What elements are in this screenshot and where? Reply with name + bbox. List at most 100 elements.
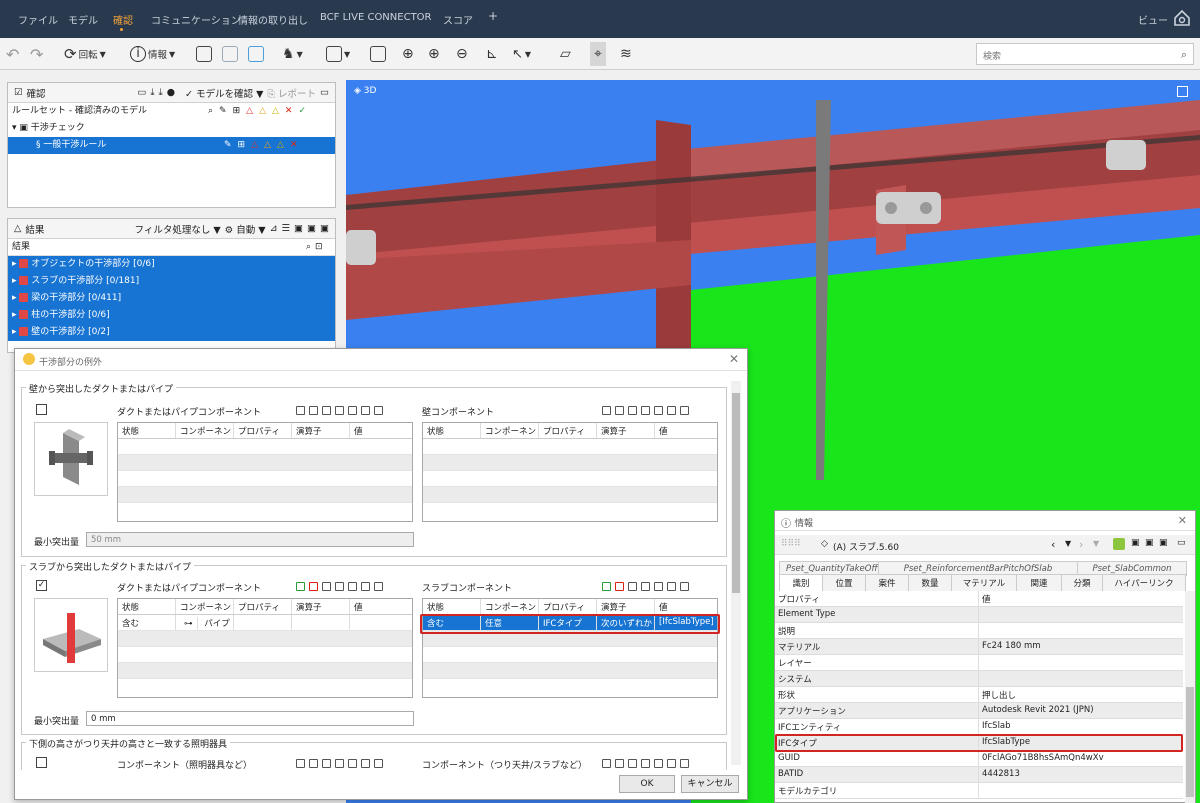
result-group-row[interactable]: ▸ 梁の干渉部分 [0/411]	[8, 290, 335, 307]
undo-icon[interactable]: ↶	[6, 44, 19, 64]
remove-row-icon[interactable]	[309, 406, 318, 415]
group1-right-grid[interactable]: 状態 コンポーネント プロパティ 演算子値	[422, 422, 718, 522]
rotate-button[interactable]: ⟳ 回転 ▼	[64, 44, 106, 64]
property-row[interactable]: 説明	[775, 623, 1183, 639]
walk-icon[interactable]: ♞ ▼	[282, 44, 303, 64]
expand-icon[interactable]: ▸	[12, 293, 17, 303]
presentation-icon[interactable]: ▣	[1145, 538, 1154, 548]
property-row[interactable]: BATID 4442813	[775, 767, 1183, 783]
ok-button[interactable]: OK	[619, 775, 675, 793]
add-row-icon[interactable]	[296, 582, 305, 591]
group1-left-grid[interactable]: 状態 コンポーネント プロパティ 演算子値	[117, 422, 413, 522]
presentation-icon[interactable]: ▣	[307, 223, 316, 234]
menu-communication[interactable]: コミュニケーション	[151, 12, 241, 27]
clash-check-row[interactable]: ▾ ▣ 干渉チェック	[8, 120, 335, 137]
add-row-icon[interactable]	[602, 582, 611, 591]
presentation-icon[interactable]	[680, 582, 689, 591]
presentation-icon[interactable]: ▣	[320, 223, 329, 234]
menu-check[interactable]: 確認	[113, 12, 133, 27]
expand-icon[interactable]: ▸	[12, 327, 17, 337]
folder-icon[interactable]	[628, 406, 637, 415]
ruleset-row[interactable]: ルールセット - 確認済みのモデル ⌕ ✎ ⊞ △ △ △ ✕ ✓	[8, 103, 335, 120]
property-row[interactable]: GUID 0FclAGo71B8hsSAmQn4wXv	[775, 751, 1183, 767]
result-group-row[interactable]: ▸ 柱の干渉部分 [0/6]	[8, 307, 335, 324]
scrollbar-thumb[interactable]	[1186, 687, 1194, 797]
redo-icon[interactable]: ↷	[30, 44, 43, 64]
folder-icon[interactable]	[322, 406, 331, 415]
tab-hyperlinks[interactable]: ハイパーリンク	[1102, 574, 1186, 591]
expand-icon[interactable]: ▸	[12, 276, 17, 286]
property-row[interactable]: モデルカテゴリ	[775, 783, 1183, 799]
tab-quantities[interactable]: 数量	[908, 574, 952, 591]
folder-icon[interactable]: ▭	[137, 87, 146, 98]
zoom-in-icon[interactable]: ⊕	[428, 44, 440, 64]
property-row[interactable]: Element Type	[775, 607, 1183, 623]
download-icon[interactable]	[335, 406, 344, 415]
presentation-icon[interactable]	[361, 406, 370, 415]
result-group-row[interactable]: ▸ オブジェクトの干渉部分 [0/6]	[8, 256, 335, 273]
remove-row-icon[interactable]	[615, 406, 624, 415]
group1-checkbox[interactable]	[36, 404, 47, 415]
presentation-icon[interactable]	[361, 582, 370, 591]
check-model-button[interactable]: ✓ モデルを確認 ▼	[185, 86, 263, 100]
tree-icon[interactable]: ⊿	[270, 223, 278, 234]
report-button[interactable]: ⎘ レポート	[267, 86, 316, 100]
presentation-icon[interactable]	[654, 406, 663, 415]
remove-row-icon[interactable]	[615, 582, 624, 591]
download-icon[interactable]: ⤓	[150, 87, 154, 98]
menu-score[interactable]: スコア	[443, 12, 473, 27]
group2-right-grid[interactable]: 状態 コンポーネント プロパティ 演算子値 含む 任意 IFCタイプ 次のいずれか [IfcS…	[422, 598, 718, 698]
tab-project[interactable]: 案件	[865, 574, 909, 591]
info-button[interactable]: i 情報 ▼	[130, 44, 175, 64]
presentation-icon[interactable]	[348, 406, 357, 415]
color-filter-icon[interactable]	[1113, 538, 1125, 550]
add-row-icon[interactable]	[602, 406, 611, 415]
general-rule-row[interactable]: § 一般干渉ルール ✎ ⊞ △ △ △ ✕	[8, 137, 335, 154]
close-icon[interactable]: ✕	[729, 352, 739, 366]
property-row[interactable]: 形状 押し出し	[775, 687, 1183, 703]
group1-min-input[interactable]: 50 mm	[86, 532, 414, 547]
pointer-icon[interactable]: ↖ ▼	[512, 44, 531, 64]
section-box-icon[interactable]	[370, 44, 386, 64]
auto-dropdown[interactable]: ⚙ 自動 ▼	[225, 222, 266, 236]
presentation-icon[interactable]	[348, 582, 357, 591]
download-icon[interactable]	[641, 406, 650, 415]
menu-model[interactable]: モデル	[68, 12, 98, 27]
property-row[interactable]: システム	[775, 671, 1183, 687]
tab-material[interactable]: マテリアル	[951, 574, 1017, 591]
zoom-out-icon[interactable]: ⊖	[456, 44, 468, 64]
home-icon[interactable]	[1172, 8, 1192, 28]
add-row-icon[interactable]	[296, 406, 305, 415]
expand-icon[interactable]: ▸	[12, 310, 17, 320]
expand-icon[interactable]: ▸	[12, 259, 17, 269]
property-row[interactable]: マテリアル Fc24 180 mm	[775, 639, 1183, 655]
map-icon[interactable]: ⌖	[590, 42, 606, 66]
search-input[interactable]: 検索 ⌕	[976, 43, 1194, 65]
grid-row[interactable]: 含む ⊶ パイプ	[118, 615, 412, 631]
group2-left-grid[interactable]: 状態 コンポーネント プロパティ 演算子値 含む ⊶ パイプ	[117, 598, 413, 698]
download-icon[interactable]	[641, 582, 650, 591]
menu-information-takeoff[interactable]: 情報の取り出し	[238, 12, 308, 27]
download-icon[interactable]	[335, 582, 344, 591]
presentation-icon[interactable]	[680, 406, 689, 415]
info-scrollbar[interactable]	[1185, 591, 1195, 803]
maximize-icon[interactable]	[1177, 86, 1188, 97]
add-tab-button[interactable]: +	[488, 9, 498, 23]
record-icon[interactable]: ●	[167, 87, 175, 98]
chevron-left-icon[interactable]: ‹	[1051, 538, 1055, 551]
boxes-icon[interactable]	[196, 44, 212, 64]
import-icon[interactable]: ⤓	[159, 87, 163, 98]
maximize-icon[interactable]: ▭	[1177, 538, 1186, 548]
measure-icon[interactable]: ⊾	[486, 44, 498, 64]
presentation-icon[interactable]	[374, 406, 383, 415]
tab-location[interactable]: 位置	[822, 574, 866, 591]
presentation-icon[interactable]	[374, 582, 383, 591]
presentation-icon[interactable]: ▣	[294, 223, 303, 234]
transparent-boxes-icon[interactable]	[222, 44, 238, 64]
folder-icon[interactable]	[628, 582, 637, 591]
presentation-icon[interactable]	[667, 582, 676, 591]
plane-icon[interactable]: ▱	[560, 44, 571, 64]
remove-row-icon[interactable]	[309, 582, 318, 591]
zoom-fit-icon[interactable]: ⊕	[402, 44, 414, 64]
filter-dropdown[interactable]: フィルタ処理なし ▼	[135, 222, 221, 236]
